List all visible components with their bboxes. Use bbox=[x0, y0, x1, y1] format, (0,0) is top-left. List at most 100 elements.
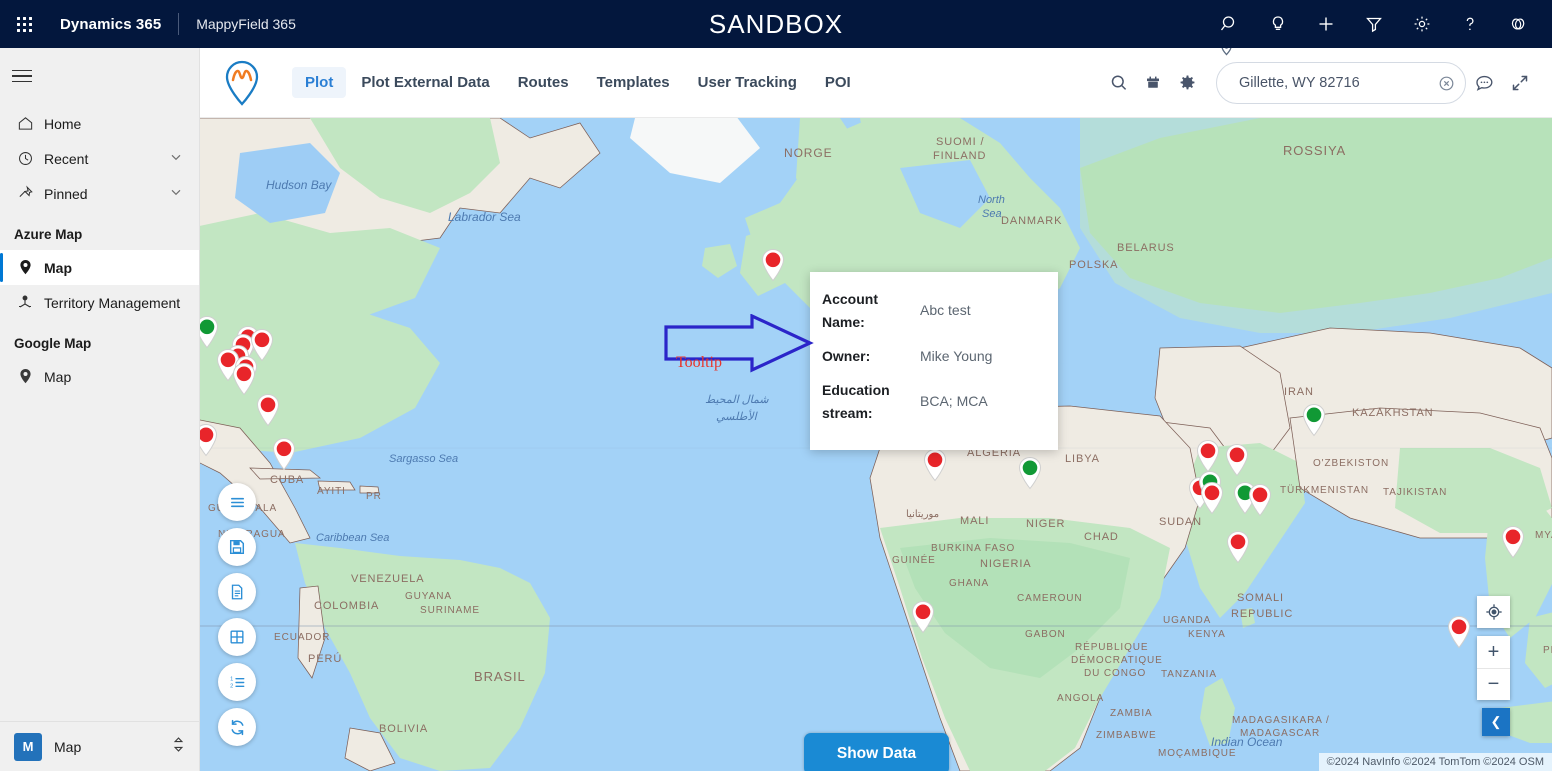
app-name[interactable]: MappyField 365 bbox=[196, 16, 296, 32]
map-pin[interactable] bbox=[760, 248, 786, 282]
tooltip-annotation: Tooltip bbox=[664, 313, 814, 379]
sidebar-item-azure-map[interactable]: Map bbox=[0, 250, 199, 285]
app-launcher-icon[interactable] bbox=[0, 0, 48, 48]
locate-me-icon[interactable] bbox=[1477, 596, 1510, 628]
sidebar-item-territory-management[interactable]: Territory Management bbox=[0, 285, 199, 320]
sidebar-item-google-map[interactable]: Map bbox=[0, 359, 199, 394]
sidebar-item-label: Territory Management bbox=[44, 294, 181, 311]
sidebar-item-home[interactable]: Home bbox=[0, 106, 199, 141]
map-pin[interactable] bbox=[1199, 481, 1225, 515]
clear-icon[interactable] bbox=[1438, 75, 1455, 92]
area-switcher[interactable]: M Map bbox=[0, 721, 199, 771]
map-pin[interactable] bbox=[1225, 530, 1251, 564]
filter-icon[interactable] bbox=[1350, 0, 1398, 48]
header-tabs: Plot Plot External Data Routes Templates… bbox=[292, 67, 864, 98]
sidebar-item-recent[interactable]: Recent bbox=[0, 141, 199, 176]
show-data-button[interactable]: Show Data bbox=[804, 733, 949, 771]
left-sidebar: Home Recent Pinned Azure Map Map Territo… bbox=[0, 48, 200, 771]
clock-icon bbox=[14, 149, 36, 169]
sidebar-toggle-icon[interactable] bbox=[0, 56, 48, 96]
expand-icon[interactable] bbox=[1502, 65, 1538, 101]
calendar-icon[interactable] bbox=[1136, 66, 1170, 100]
refresh-icon[interactable] bbox=[218, 708, 256, 746]
collapse-panel-icon[interactable]: ❮ bbox=[1482, 708, 1510, 736]
chevron-down-icon[interactable] bbox=[169, 150, 183, 167]
sidebar-primary-nav: Home Recent Pinned bbox=[0, 106, 199, 211]
product-brand[interactable]: Dynamics 365 bbox=[60, 16, 161, 33]
sidebar-item-label: Recent bbox=[44, 150, 89, 167]
layers-menu-icon[interactable] bbox=[218, 483, 256, 521]
assistant-icon[interactable] bbox=[1494, 0, 1542, 48]
search-icon[interactable] bbox=[1102, 66, 1136, 100]
map-canvas[interactable]: .land { fill:#efebe3; stroke:#7d5f57; st… bbox=[200, 118, 1552, 771]
area-badge: M bbox=[14, 732, 42, 761]
gear-icon[interactable] bbox=[1398, 0, 1446, 48]
lightbulb-icon[interactable] bbox=[1254, 0, 1302, 48]
map-pin-icon bbox=[14, 367, 36, 387]
map-pin[interactable] bbox=[1195, 439, 1221, 473]
help-icon[interactable] bbox=[1446, 0, 1494, 48]
header-actions bbox=[1102, 41, 1538, 118]
map-pin[interactable] bbox=[271, 437, 297, 471]
tooltip-value: Mike Young bbox=[920, 348, 993, 365]
tooltip-key: Education stream: bbox=[822, 382, 890, 422]
zoom-in-icon[interactable]: + bbox=[1477, 636, 1510, 668]
territory-icon bbox=[14, 293, 36, 313]
tab-templates[interactable]: Templates bbox=[584, 67, 683, 98]
chat-icon[interactable] bbox=[1466, 65, 1502, 101]
tooltip-key: Account Name: bbox=[822, 291, 878, 331]
top-bar-actions bbox=[1206, 0, 1542, 48]
map-attribution: ©2024 NavInfo ©2024 TomTom ©2024 OSM bbox=[1318, 753, 1552, 771]
tab-user-tracking[interactable]: User Tracking bbox=[685, 67, 810, 98]
map-pin[interactable] bbox=[1301, 403, 1327, 437]
save-icon[interactable] bbox=[218, 528, 256, 566]
document-icon[interactable] bbox=[218, 573, 256, 611]
search-icon[interactable] bbox=[1206, 0, 1254, 48]
zoom-control: + − bbox=[1477, 636, 1510, 700]
location-search-box[interactable] bbox=[1216, 41, 1466, 104]
map-pin[interactable] bbox=[1017, 456, 1043, 490]
map-pin[interactable] bbox=[231, 362, 257, 396]
zoom-out-icon[interactable]: − bbox=[1477, 668, 1510, 700]
tooltip-row: Account Name: Abc test bbox=[822, 288, 1044, 334]
area-switcher-icon[interactable] bbox=[172, 736, 185, 758]
map-pin[interactable] bbox=[1247, 483, 1273, 517]
map-pin[interactable] bbox=[200, 315, 220, 349]
map-pin[interactable] bbox=[200, 423, 219, 457]
tab-plot[interactable]: Plot bbox=[292, 67, 347, 98]
search-input[interactable] bbox=[1231, 75, 1438, 91]
top-navigation-bar: Dynamics 365 MappyField 365 SANDBOX bbox=[0, 0, 1552, 48]
sidebar-item-label: Map bbox=[44, 368, 72, 385]
numbered-list-icon[interactable]: 1 2 bbox=[218, 663, 256, 701]
sidebar-item-label: Home bbox=[44, 115, 82, 132]
mappyfield-logo bbox=[214, 59, 270, 107]
sidebar-item-pinned[interactable]: Pinned bbox=[0, 176, 199, 211]
area-label: Map bbox=[54, 738, 82, 755]
tab-routes[interactable]: Routes bbox=[505, 67, 582, 98]
map-pin-icon bbox=[14, 258, 36, 278]
map-pin[interactable] bbox=[1446, 615, 1472, 649]
svg-text:1: 1 bbox=[230, 676, 233, 682]
map-pin[interactable] bbox=[1224, 443, 1250, 477]
home-icon bbox=[14, 114, 36, 134]
map-pin-tooltip: Account Name: Abc test Owner: Mike Young… bbox=[810, 272, 1058, 451]
sidebar-item-label: Map bbox=[44, 259, 72, 276]
map-pin[interactable] bbox=[1500, 525, 1526, 559]
grid-icon[interactable] bbox=[218, 618, 256, 656]
map-pin[interactable] bbox=[255, 393, 281, 427]
pin-icon bbox=[14, 184, 36, 204]
sidebar-item-label: Pinned bbox=[44, 185, 88, 202]
brand-divider bbox=[178, 13, 180, 35]
tooltip-value: Abc test bbox=[920, 302, 971, 318]
chevron-down-icon[interactable] bbox=[169, 185, 183, 202]
tooltip-key: Owner: bbox=[822, 348, 871, 365]
tab-poi[interactable]: POI bbox=[812, 67, 864, 98]
map-pin[interactable] bbox=[922, 448, 948, 482]
map-pin[interactable] bbox=[910, 600, 936, 634]
tab-plot-external-data[interactable]: Plot External Data bbox=[348, 67, 502, 98]
locate-control bbox=[1477, 596, 1510, 628]
plus-icon[interactable] bbox=[1302, 0, 1350, 48]
gear-icon[interactable] bbox=[1170, 66, 1204, 100]
tooltip-row: Education stream: BCA; MCA bbox=[822, 379, 1044, 425]
svg-text:2: 2 bbox=[230, 683, 233, 689]
